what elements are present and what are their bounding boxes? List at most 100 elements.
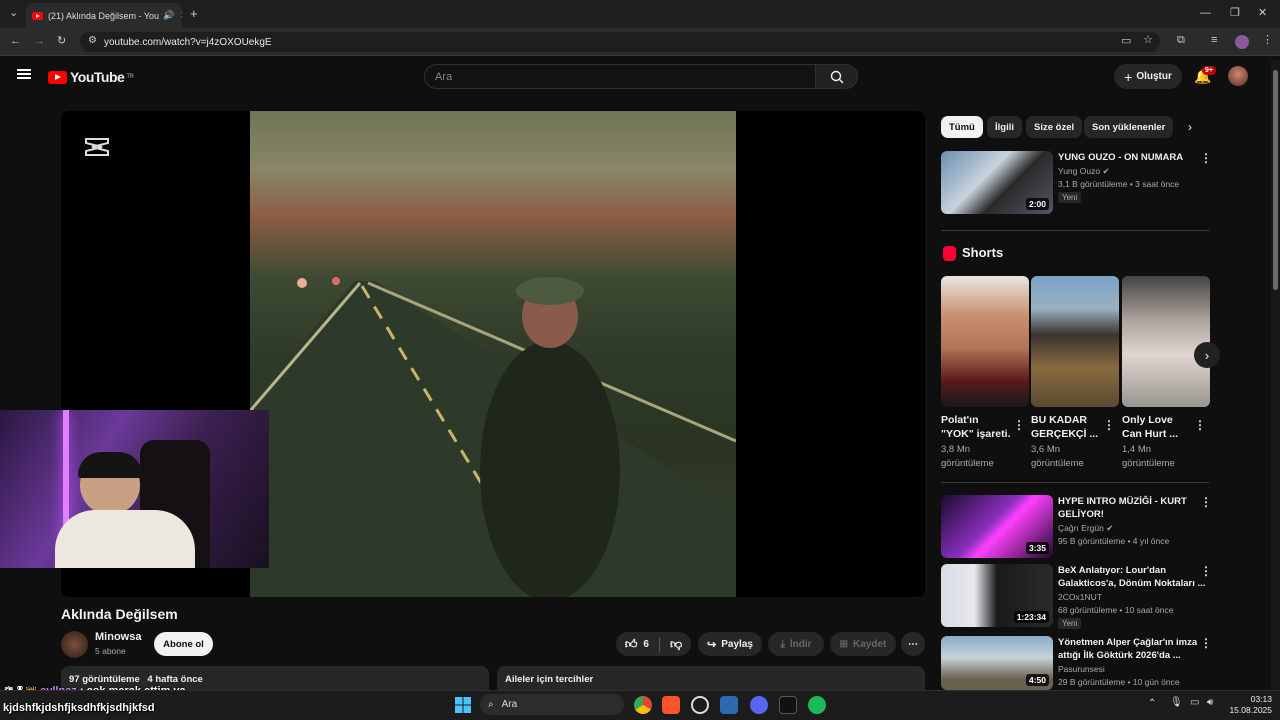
create-label: Oluştur — [1136, 71, 1172, 82]
tab-list-icon[interactable]: ⌄ — [9, 8, 18, 19]
short-item-2[interactable]: BU KADAR GERÇEKÇİ ... 3,6 Mn görüntüleme — [1031, 413, 1098, 471]
user-avatar[interactable] — [1228, 66, 1248, 86]
taskbar-search-label: Ara — [501, 699, 518, 710]
browser-tab[interactable]: (21) Aklında Değilsem - You 🔊 ✕ — [26, 3, 182, 28]
upload-age: 4 hafta önce — [147, 674, 203, 685]
maximize-icon[interactable]: ❐ — [1230, 8, 1240, 19]
chip-all[interactable]: Tümü — [941, 116, 983, 138]
video-title: Aklında Değilsem — [61, 606, 178, 622]
search-icon — [830, 70, 843, 83]
short-thumbnail-2[interactable] — [1031, 276, 1119, 407]
forward-icon[interactable]: → — [34, 36, 45, 47]
short-item-1[interactable]: Polat'ın "YOK" işareti. 3,8 Mn görüntüle… — [941, 413, 1010, 471]
divider — [941, 230, 1209, 231]
more-actions-button[interactable]: ⋯ — [901, 632, 925, 656]
rec-meta-2: 68 görüntüleme • 10 saat önce — [1058, 605, 1174, 615]
like-button[interactable]: 👍︎ 6 — [625, 636, 660, 652]
channel-name[interactable]: Minowsa — [95, 631, 141, 643]
cast-icon[interactable]: ▭ — [1121, 36, 1131, 47]
discord-icon[interactable] — [750, 696, 768, 714]
microphone-icon[interactable]: 🎙︎ — [1170, 697, 1183, 708]
tab-close-icon[interactable]: ✕ — [180, 10, 182, 21]
streamer-hair — [78, 452, 142, 478]
channel-avatar[interactable] — [61, 631, 88, 658]
taskbar-search[interactable]: ⌕ Ara — [480, 694, 624, 715]
rec-channel[interactable]: Yung Ouzo ✔ — [1058, 165, 1110, 178]
profile-avatar[interactable] — [1235, 35, 1249, 49]
subscribe-button[interactable]: Abone ol — [154, 632, 213, 656]
short-title-3a: Only Love — [1122, 414, 1173, 426]
rec-channel-2[interactable]: 2COx1NUT — [1058, 591, 1102, 604]
taskbar-clock[interactable]: 03:13 15.08.2025 — [1222, 694, 1272, 716]
dislike-icon[interactable]: 👎︎ — [660, 637, 682, 652]
steam-icon[interactable] — [720, 696, 738, 714]
volume-icon[interactable]: 🔊︎ — [1207, 697, 1213, 708]
more-horizontal-icon: ⋯ — [908, 638, 918, 650]
extensions-icon[interactable]: ⧉ — [1177, 35, 1185, 46]
browser-menu-icon[interactable]: ⋮ — [1262, 35, 1273, 46]
search-input[interactable]: Ara — [424, 64, 816, 89]
shorts-next-button[interactable]: › — [1194, 342, 1220, 368]
rec-title-2[interactable]: BeX Anlatıyor: Lour'dan Galakticos'a, Dön… — [1058, 564, 1205, 590]
rec-title[interactable]: YUNG OUZO - ON NUMARA — [1058, 151, 1183, 164]
page-scrollbar[interactable] — [1271, 60, 1280, 690]
minimize-icon[interactable]: — — [1200, 8, 1211, 19]
site-info-icon[interactable]: ⚙ — [88, 36, 97, 46]
short-menu-icon-3[interactable]: ⋮ — [1194, 418, 1206, 432]
share-label: Paylaş — [721, 638, 753, 650]
short-menu-icon-1[interactable]: ⋮ — [1013, 418, 1025, 432]
url-bar[interactable]: youtube.com/watch?v=j4zOXOUekgE — [80, 32, 1160, 52]
chrome-icon[interactable] — [634, 696, 652, 714]
rec-menu-icon-3[interactable]: ⋮ — [1200, 636, 1212, 650]
tray-overflow-icon[interactable]: ⌃ — [1148, 698, 1156, 709]
bookmark-star-icon[interactable]: ☆ — [1143, 35, 1153, 46]
windows-start-icon[interactable] — [455, 697, 471, 713]
rec-thumbnail[interactable]: 2:00 — [941, 151, 1053, 214]
hamburger-menu-icon[interactable] — [17, 69, 31, 79]
spotify-icon[interactable] — [808, 696, 826, 714]
clock-app-icon[interactable] — [691, 696, 709, 714]
back-icon[interactable]: ← — [10, 36, 21, 47]
rec-channel-3[interactable]: Pasurunsesi — [1058, 663, 1105, 676]
rec-title-1[interactable]: HYPE INTRO MÜZİĞİ - KURT GELİYOR! — [1058, 495, 1187, 521]
share-button[interactable]: ↪ Paylaş — [698, 632, 762, 656]
short-views-1: 3,8 Mn — [941, 444, 971, 455]
capcut-icon[interactable] — [779, 696, 797, 714]
rec-duration-1: 3:35 — [1025, 542, 1049, 554]
rec-menu-icon-1[interactable]: ⋮ — [1200, 495, 1212, 509]
network-icon[interactable]: ▭ — [1190, 697, 1199, 708]
rec-menu-icon-2[interactable]: ⋮ — [1200, 564, 1212, 578]
rec-menu-icon[interactable]: ⋮ — [1200, 151, 1212, 165]
family-preferences-panel: Aileler için tercihler — [497, 666, 925, 690]
chip-for-you[interactable]: Size özel — [1026, 116, 1083, 138]
short-thumbnail-3[interactable] — [1122, 276, 1210, 407]
new-badge: Yeni — [1058, 192, 1082, 203]
short-menu-icon-2[interactable]: ⋮ — [1103, 418, 1115, 432]
short-item-3[interactable]: Only Love Can Hurt ... 1,4 Mn görüntülem… — [1122, 413, 1178, 471]
short-title-3b: Can Hurt ... — [1122, 428, 1179, 440]
save-button[interactable]: ⊞ Kaydet — [830, 632, 896, 656]
create-button[interactable]: + Oluştur — [1114, 64, 1182, 89]
rec-thumbnail-1[interactable]: 3:35 — [941, 495, 1053, 558]
window-close-icon[interactable]: ✕ — [1258, 8, 1267, 19]
reading-list-icon[interactable]: ≡ — [1211, 35, 1217, 46]
search-button[interactable] — [815, 64, 858, 89]
speaker-icon: 🔊 — [163, 10, 175, 20]
clock-date: 15.08.2025 — [1229, 705, 1272, 715]
rec-channel-1[interactable]: Çağrı Ergün ✔ — [1058, 522, 1113, 535]
short-title-2a: BU KADAR — [1031, 414, 1087, 426]
scrollbar-thumb[interactable] — [1273, 70, 1278, 290]
download-button[interactable]: ⤓ İndir — [768, 632, 824, 656]
rec-title-3[interactable]: Yönetmen Alper Çağlar'ın imza attığı İlk … — [1058, 636, 1197, 662]
chip-related[interactable]: İlgili — [987, 116, 1022, 138]
brave-icon[interactable] — [662, 696, 680, 714]
rec-thumbnail-3[interactable]: 4:50 — [941, 636, 1053, 690]
reload-icon[interactable]: ↻ — [57, 36, 66, 47]
short-thumbnail-1[interactable] — [941, 276, 1029, 407]
chips-next-icon[interactable]: › — [1188, 120, 1192, 134]
short-title-2b: GERÇEKÇİ ... — [1031, 428, 1099, 440]
new-tab-icon[interactable]: + — [190, 7, 198, 20]
rec-thumbnail-2[interactable]: 1:23:34 — [941, 564, 1053, 627]
youtube-logo[interactable]: YouTube TR — [48, 69, 134, 85]
chip-recently-uploaded[interactable]: Son yüklenenler — [1084, 116, 1174, 138]
